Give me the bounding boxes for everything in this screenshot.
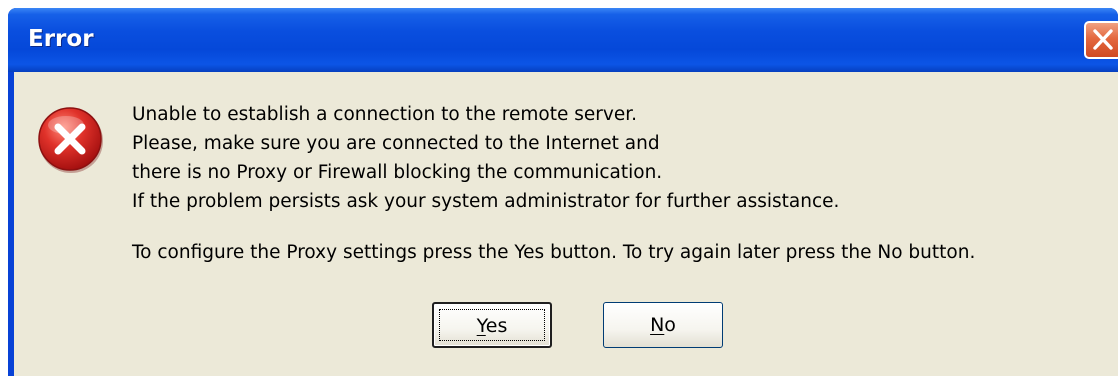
no-button-label: o <box>664 314 676 336</box>
message-line: If the problem persists ask your system … <box>132 191 840 212</box>
message-line: Please, make sure you are connected to t… <box>132 133 660 154</box>
no-button-mnemonic: N <box>650 314 665 336</box>
error-message: Unable to establish a connection to the … <box>132 100 839 216</box>
title-bar[interactable]: Error <box>8 8 1118 72</box>
yes-button-label: es <box>485 315 508 337</box>
yes-button[interactable]: Yes <box>432 302 552 348</box>
error-dialog: Error Unable to establish a connection t… <box>8 8 1118 376</box>
dialog-body: Unable to establish a connection to the … <box>14 72 1118 376</box>
instruction-text: To configure the Proxy settings press th… <box>132 242 976 263</box>
message-line: Unable to establish a connection to the … <box>132 104 637 125</box>
close-button[interactable] <box>1084 21 1118 59</box>
yes-button-mnemonic: Y <box>476 315 486 337</box>
dialog-title: Error <box>28 26 94 52</box>
message-line: there is no Proxy or Firewall blocking t… <box>132 162 663 183</box>
error-x-icon <box>38 107 103 173</box>
no-button[interactable]: No <box>603 302 723 348</box>
close-icon <box>1093 29 1113 50</box>
